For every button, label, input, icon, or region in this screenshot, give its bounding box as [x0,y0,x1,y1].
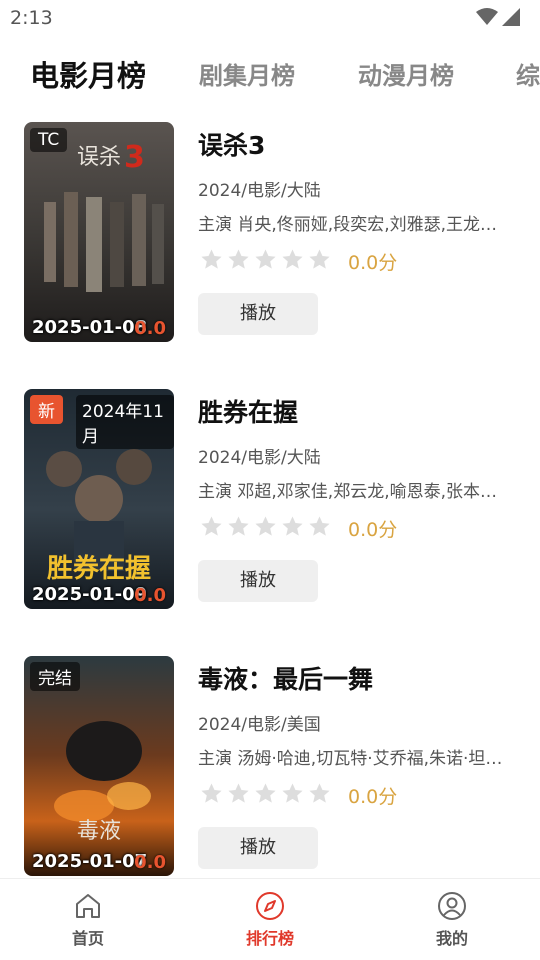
list-item[interactable]: 胜券在握 新 2024年11月 2025-01-09 0.0 胜券在握 2024… [0,389,540,609]
item-title[interactable]: 毒液：最后一舞 [198,660,373,696]
star-icon [255,249,276,269]
tab-movie-monthly[interactable]: 电影月榜 [30,50,146,106]
bottom-nav: 首页 排行榜 我的 [0,878,540,960]
poster-season-tag: 2024年11月 [76,395,174,449]
play-button[interactable]: 播放 [198,293,318,335]
star-icon [228,249,249,269]
play-button[interactable]: 播放 [198,560,318,602]
rating-stars [200,515,331,538]
poster-date: 2025-01-08 [32,317,148,338]
poster[interactable]: 毒液 完结 2025-01-07 0.0 [24,656,174,876]
svg-text:毒液: 毒液 [77,819,121,844]
star-icon [255,516,276,536]
home-icon [76,894,100,918]
poster-image: 误杀 3 [24,122,174,342]
poster-date: 2025-01-07 [32,851,148,872]
star-icon [282,249,303,269]
poster-date: 2025-01-09 [32,584,148,605]
star-icon [201,516,222,536]
item-meta: 2024/电影/大陆 [198,448,321,468]
ranking-tabs: 电影月榜 剧集月榜 动漫月榜 综 [0,50,540,106]
star-icon [309,783,330,803]
item-score: 0.0分 [348,252,398,274]
nav-profile-label: 我的 [435,929,468,948]
star-icon [309,249,330,269]
rating-stars [200,248,331,271]
star-icon [201,783,222,803]
star-icon [255,783,276,803]
item-meta: 2024/电影/美国 [198,715,321,735]
status-bar: 2:13 [0,0,540,36]
svg-text:胜券在握: 胜券在握 [47,554,151,584]
item-score: 0.0分 [348,519,398,541]
tab-anime-monthly[interactable]: 动漫月榜 [358,50,454,106]
svg-text:误杀: 误杀 [77,145,121,170]
poster-badge: 完结 [30,662,80,691]
nav-ranking[interactable]: 排行榜 [220,891,320,949]
item-cast: 主演 汤姆·哈迪,切瓦特·艾乔福,朱诺·坦… [198,749,503,769]
star-icon [282,516,303,536]
poster-score: 0.0 [134,318,166,339]
compass-icon [256,892,284,920]
status-icons [476,8,520,26]
svg-text:3: 3 [124,140,145,175]
item-cast: 主演 邓超,邓家佳,郑云龙,喻恩泰,张本… [198,482,498,502]
ranking-list: 误杀 3 TC 2025-01-08 0.0 误杀3 2024/电影/大陆 主演… [0,122,540,878]
star-icon [228,516,249,536]
tab-series-monthly[interactable]: 剧集月榜 [199,50,295,106]
wifi-icon [476,8,498,25]
star-icon [282,783,303,803]
signal-icon [502,8,520,26]
nav-profile[interactable]: 我的 [402,891,502,949]
rating-stars [200,782,331,805]
item-score: 0.0分 [348,786,398,808]
item-cast: 主演 肖央,佟丽娅,段奕宏,刘雅瑟,王龙… [198,215,498,235]
poster-badge: 新 [30,395,63,424]
poster[interactable]: 胜券在握 新 2024年11月 2025-01-09 0.0 [24,389,174,609]
poster-score: 0.0 [134,585,166,606]
poster[interactable]: 误杀 3 TC 2025-01-08 0.0 [24,122,174,342]
nav-home[interactable]: 首页 [38,891,138,949]
status-time: 2:13 [10,7,53,29]
poster-badge: TC [30,128,68,152]
item-meta: 2024/电影/大陆 [198,181,321,201]
star-icon [228,783,249,803]
poster-score: 0.0 [134,852,166,873]
user-icon [438,892,466,920]
nav-home-label: 首页 [71,929,104,948]
tab-variety[interactable]: 综 [516,50,540,106]
list-item[interactable]: 毒液 完结 2025-01-07 0.0 毒液：最后一舞 2024/电影/美国 … [0,656,540,876]
item-title[interactable]: 胜券在握 [198,393,298,429]
nav-ranking-label: 排行榜 [245,929,294,948]
play-button[interactable]: 播放 [198,827,318,869]
item-title[interactable]: 误杀3 [198,126,265,162]
star-icon [309,516,330,536]
list-item[interactable]: 误杀 3 TC 2025-01-08 0.0 误杀3 2024/电影/大陆 主演… [0,122,540,342]
star-icon [201,249,222,269]
